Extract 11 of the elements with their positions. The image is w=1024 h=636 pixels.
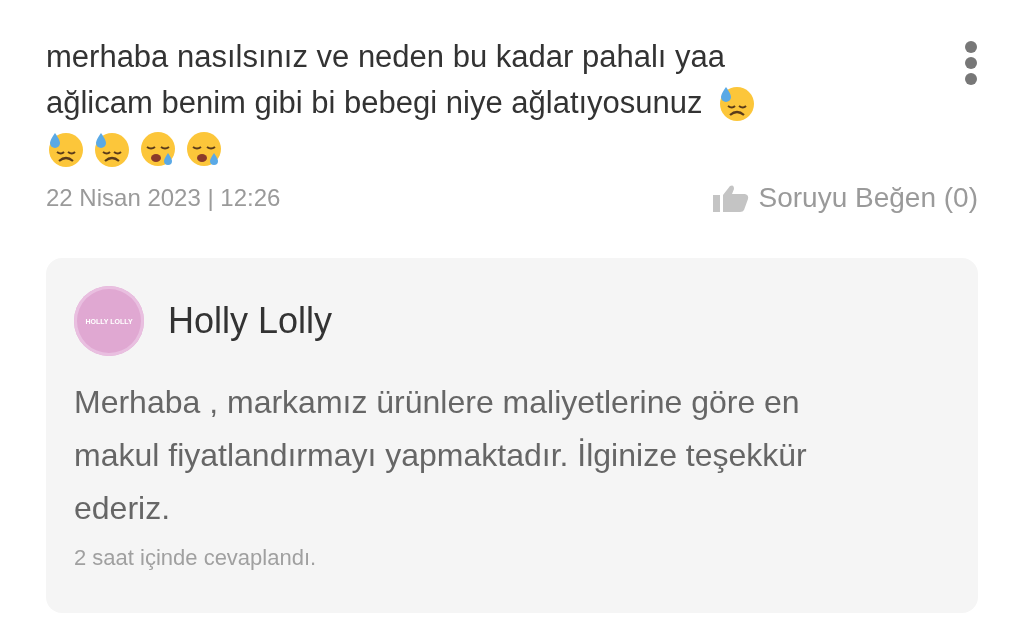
author-name: Holly Lolly [168, 300, 333, 342]
more-options-icon[interactable] [964, 40, 978, 86]
answer-time: 2 saat içinde cevaplandı. [74, 545, 317, 571]
like-button[interactable]: Soruyu Beğen (0) [712, 182, 978, 214]
question-date: 22 Nisan 2023 | 12:26 [46, 184, 281, 212]
thumbs-up-icon [712, 184, 749, 212]
sleepy-face-icon [138, 129, 178, 169]
question-text: merhaba nasılsınız ve neden bu kadar pahalı yaa [46, 38, 725, 76]
sleepy-face-icon [184, 129, 224, 169]
answer-text: Merhaba , markamız ürünlere maliyetlerine göre en makul fiyatlandırmayı yapmaktadır. İlginize teşekkür ederiz. [74, 383, 808, 528]
question-text: ağlicam benim gibi bi bebegi niye ağlatıyosunuz [46, 84, 703, 122]
